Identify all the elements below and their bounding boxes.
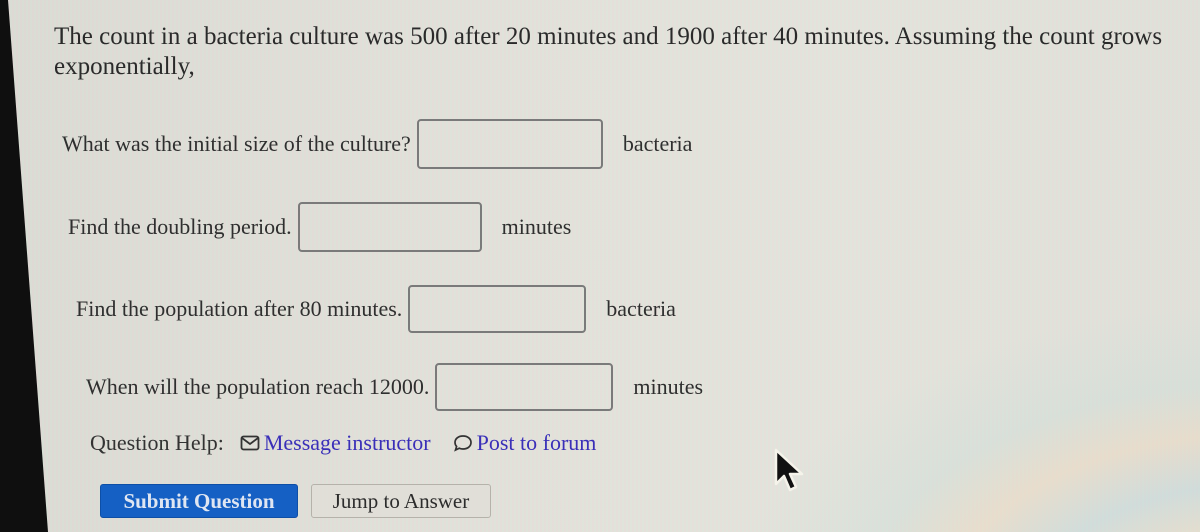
part-reach-12000: When will the population reach 12000. mi… xyxy=(86,363,703,411)
part-initial-size: What was the initial size of the culture… xyxy=(62,119,692,169)
question-text: The count in a bacteria culture was 500 … xyxy=(54,23,1163,80)
part-doubling-period: Find the doubling period. minutes xyxy=(68,202,571,252)
post-to-forum-label: Post to forum xyxy=(476,430,597,455)
doubling-period-input[interactable] xyxy=(297,202,482,252)
message-instructor-link[interactable]: Message instructor xyxy=(240,430,431,456)
reach-12000-input[interactable] xyxy=(435,363,614,411)
speech-bubble-icon xyxy=(453,435,472,452)
part-unit: minutes xyxy=(501,214,572,239)
post-to-forum-link[interactable]: Post to forum xyxy=(453,430,597,456)
part-population-80: Find the population after 80 minutes. ba… xyxy=(76,285,676,333)
population-80-input[interactable] xyxy=(408,285,587,333)
action-buttons: Submit Question Jump to Answer xyxy=(100,484,491,518)
envelope-icon xyxy=(240,435,260,451)
initial-size-input[interactable] xyxy=(416,119,603,169)
jump-to-answer-button[interactable]: Jump to Answer xyxy=(311,484,491,518)
part-prompt: What was the initial size of the culture… xyxy=(62,131,411,156)
part-unit: minutes xyxy=(633,374,704,399)
question-help: Question Help: Message instructor Post t… xyxy=(90,430,596,456)
part-prompt: Find the doubling period. xyxy=(68,214,292,239)
mouse-cursor-icon xyxy=(773,448,807,501)
submit-question-button[interactable]: Submit Question xyxy=(100,484,298,518)
part-prompt: Find the population after 80 minutes. xyxy=(76,296,403,321)
part-unit: bacteria xyxy=(606,296,676,321)
message-instructor-label: Message instructor xyxy=(263,430,431,455)
question-help-label: Question Help: xyxy=(90,430,224,455)
part-unit: bacteria xyxy=(622,131,693,156)
part-prompt: When will the population reach 12000. xyxy=(86,374,430,399)
monitor-bezel xyxy=(0,0,48,532)
